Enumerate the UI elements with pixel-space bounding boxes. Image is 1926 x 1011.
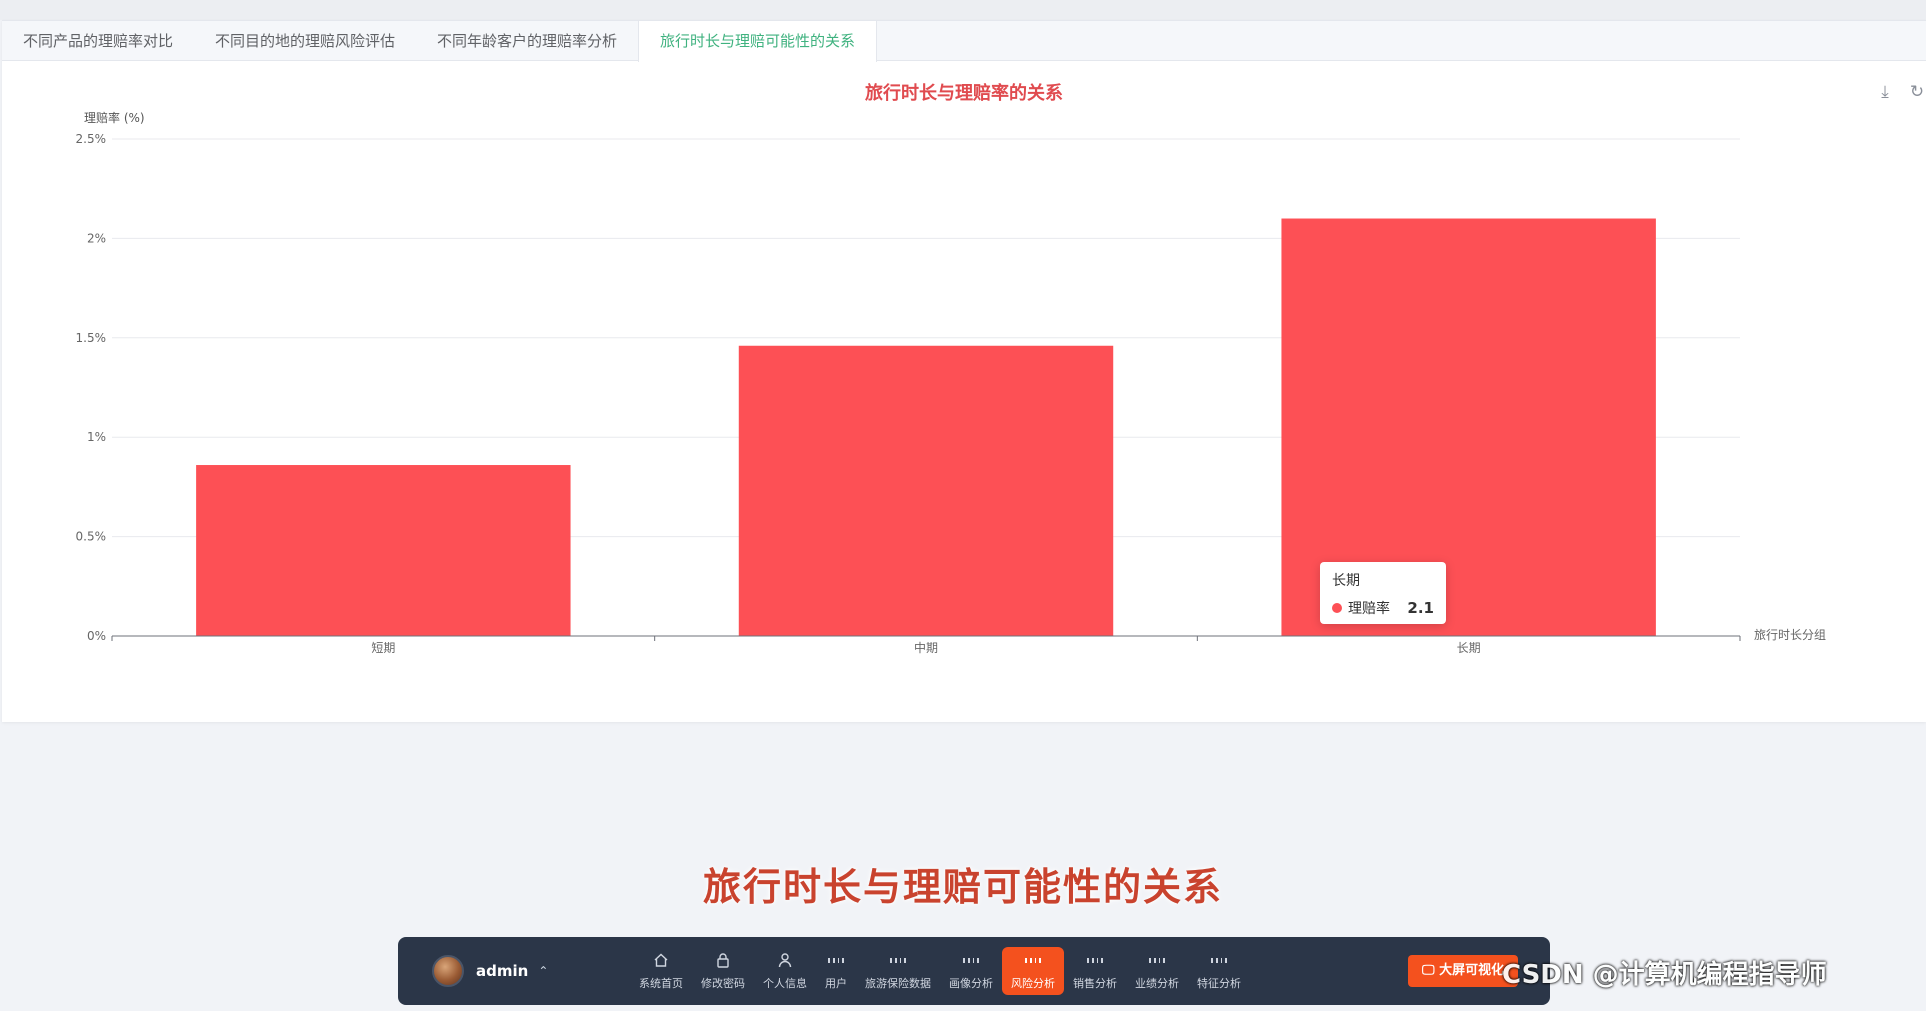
grid-icon <box>1149 951 1165 969</box>
bar-中期 <box>738 345 1114 636</box>
nav-label: 特征分析 <box>1197 977 1241 990</box>
chart-title: 旅行时长与理赔率的关系 <box>865 83 1063 104</box>
nav-label: 用户 <box>825 977 847 990</box>
bottom-dock: admin ⌃ 系统首页 修改密码 个人信息 用户 旅游保险数据 画像分析 风险… <box>398 937 1550 1005</box>
nav-label: 销售分析 <box>1073 977 1117 990</box>
nav-insurance-data[interactable]: 旅游保险数据 <box>856 947 940 995</box>
x-tick-label: 中期 <box>914 640 938 655</box>
tooltip-row: 理赔率 2.1 <box>1332 598 1434 618</box>
x-tick-label: 长期 <box>1457 641 1481 655</box>
big-screen-label: 大屏可视化 <box>1439 963 1505 978</box>
user-menu[interactable]: admin ⌃ <box>432 955 548 987</box>
grid-icon <box>1025 951 1041 969</box>
nav-risk-analysis[interactable]: 风险分析 <box>1002 947 1064 995</box>
nav-users[interactable]: 用户 <box>816 947 856 995</box>
tooltip-series-name: 理赔率 <box>1348 601 1390 617</box>
video-caption: 旅行时长与理赔可能性的关系 <box>702 865 1223 909</box>
avatar[interactable] <box>432 955 464 987</box>
nav-label: 旅游保险数据 <box>865 977 931 990</box>
tooltip-value: 2.1 <box>1407 599 1434 617</box>
nav-label: 风险分析 <box>1011 977 1055 990</box>
user-icon <box>777 951 793 969</box>
y-tick-label: 1% <box>87 430 106 444</box>
nav-sales-analysis[interactable]: 销售分析 <box>1064 947 1126 995</box>
home-icon <box>653 951 669 969</box>
y-axis-title: 理赔率 (%) <box>84 110 145 125</box>
refresh-icon[interactable]: ↻ <box>1908 83 1926 101</box>
dock-nav: 系统首页 修改密码 个人信息 用户 旅游保险数据 画像分析 风险分析 销售分析 <box>630 947 1250 995</box>
y-tick-label: 1.5% <box>76 331 107 345</box>
y-tick-label: 2.5% <box>76 132 107 146</box>
chart-panel: 不同产品的理赔率对比 不同目的地的理赔风险评估 不同年龄客户的理赔率分析 旅行时… <box>2 20 1926 722</box>
grid-icon <box>963 951 979 969</box>
monitor-icon: 🖵 <box>1422 963 1440 978</box>
y-tick-label: 2% <box>87 231 106 245</box>
nav-home[interactable]: 系统首页 <box>630 947 692 995</box>
grid-icon <box>1211 951 1227 969</box>
watermark: CSDN @计算机编程指导师 <box>1502 960 1827 990</box>
nav-profile[interactable]: 个人信息 <box>754 947 816 995</box>
y-tick-label: 0.5% <box>76 530 107 544</box>
tooltip-title: 长期 <box>1332 573 1360 589</box>
nav-feature-analysis[interactable]: 特征分析 <box>1188 947 1250 995</box>
series-dot-icon <box>1332 603 1342 613</box>
x-tick-label: 短期 <box>371 641 395 655</box>
chart-tooltip: 长期 理赔率 2.1 <box>1320 562 1446 624</box>
nav-label: 系统首页 <box>639 977 683 990</box>
chart-toolbox: ⤓ ↻ <box>1876 83 1926 101</box>
nav-label: 业绩分析 <box>1135 977 1179 990</box>
nav-change-password[interactable]: 修改密码 <box>692 947 754 995</box>
chevron-up-icon[interactable]: ⌃ <box>538 964 548 978</box>
bar-chart: 理赔率 (%)0%0.5%1%1.5%2%2.5%短期 中期 长期旅行时长分组 <box>76 110 1827 655</box>
lock-icon <box>715 951 731 969</box>
bar-短期 <box>196 465 571 636</box>
top-strip <box>0 0 1926 20</box>
nav-label: 画像分析 <box>949 977 993 990</box>
nav-performance-analysis[interactable]: 业绩分析 <box>1126 947 1188 995</box>
x-axis-title: 旅行时长分组 <box>1754 628 1826 642</box>
nav-label: 修改密码 <box>701 977 745 990</box>
y-tick-label: 0% <box>87 629 106 643</box>
grid-icon <box>1087 951 1103 969</box>
download-icon[interactable]: ⤓ <box>1876 83 1894 101</box>
nav-profile-analysis[interactable]: 画像分析 <box>940 947 1002 995</box>
grid-icon <box>890 951 906 969</box>
grid-icon <box>828 951 844 969</box>
username: admin <box>476 962 529 980</box>
nav-label: 个人信息 <box>763 977 807 990</box>
